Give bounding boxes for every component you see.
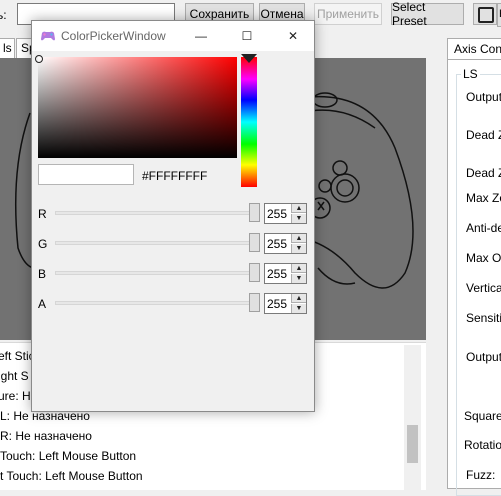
list-item[interactable]: ight S (0, 369, 29, 383)
scrollbar-thumb[interactable] (407, 425, 418, 463)
a-up-button[interactable]: ▲ (291, 294, 306, 303)
color-picker-window: ColorPickerWindow — ☐ ✕ #FFFFFFFF R 255 … (31, 20, 315, 412)
list-item[interactable]: R: Не назначено (0, 429, 92, 443)
chevron-up-icon: ▲ (295, 265, 303, 272)
color-preview (38, 164, 134, 185)
r-slider-thumb[interactable] (249, 203, 260, 222)
g-up-button[interactable]: ▲ (291, 234, 306, 243)
r-up-button[interactable]: ▲ (291, 204, 306, 213)
chevron-down-icon: ▼ (295, 245, 303, 252)
minimize-button[interactable]: — (178, 21, 224, 51)
max-zone-label: Max Zo (466, 191, 501, 205)
chevron-up-icon: ▲ (295, 235, 303, 242)
select-preset-button[interactable]: Select Preset (391, 0, 464, 28)
b-slider[interactable] (55, 271, 260, 275)
r-label: R (38, 207, 47, 221)
a-slider-thumb[interactable] (249, 293, 260, 312)
r-down-button[interactable]: ▼ (291, 214, 306, 223)
hex-value: #FFFFFFFF (142, 169, 208, 183)
window-title: ColorPickerWindow (61, 29, 166, 43)
close-icon: ✕ (287, 29, 299, 43)
fullscreen-button[interactable] (473, 3, 497, 25)
a-slider[interactable] (55, 301, 260, 305)
b-label: B (38, 267, 47, 281)
g-slider[interactable] (55, 241, 260, 245)
r-slider[interactable] (55, 211, 260, 215)
chevron-up-icon: ▲ (295, 295, 303, 302)
apply-button[interactable]: Применить (314, 3, 382, 25)
list-item[interactable]: eft Stic (0, 349, 35, 363)
title-bar[interactable]: ColorPickerWindow — ☐ ✕ (32, 21, 314, 51)
dead-zone-type-label: Dead Z (466, 166, 501, 180)
hue-slider[interactable] (241, 57, 257, 187)
square-stick-label: Square (464, 409, 501, 423)
a-down-button[interactable]: ▼ (291, 304, 306, 313)
list-item[interactable]: t Touch: Left Mouse Button (0, 469, 143, 483)
g-down-button[interactable]: ▼ (291, 244, 306, 253)
saturation-value-picker[interactable] (38, 57, 237, 158)
ls-group-title: LS (461, 67, 480, 81)
chevron-up-icon: ▲ (295, 205, 303, 212)
chevron-down-icon: ▼ (295, 275, 303, 282)
rotation-label: Rotatio (464, 438, 501, 452)
minimize-icon: — (195, 29, 207, 43)
list-item[interactable]: ure: H (0, 389, 31, 403)
toolbar-label: ь: (0, 8, 7, 22)
b-value[interactable]: 255 (267, 267, 287, 281)
max-output-label: Max O (466, 251, 501, 265)
a-value[interactable]: 255 (267, 297, 287, 311)
close-button[interactable]: ✕ (270, 21, 316, 51)
a-label: A (38, 297, 47, 311)
chevron-down-icon: ▼ (295, 305, 303, 312)
output-curve-label: Output (466, 350, 501, 364)
g-value[interactable]: 255 (267, 237, 287, 251)
b-up-button[interactable]: ▲ (291, 264, 306, 273)
a-stepper[interactable]: 255 ▲ ▼ (264, 293, 307, 314)
dead-zone-label: Dead Z (466, 128, 501, 142)
b-down-button[interactable]: ▼ (291, 274, 306, 283)
chevron-down-icon: ▼ (295, 215, 303, 222)
maximize-icon: ☐ (241, 29, 253, 43)
tab-controls[interactable]: ls (0, 38, 15, 58)
tab-axis-config[interactable]: Axis Cont (447, 38, 501, 60)
b-slider-thumb[interactable] (249, 263, 260, 282)
bindings-scrollbar[interactable] (404, 345, 421, 490)
toolbar-cut-button[interactable]: К (497, 3, 501, 27)
sv-marker[interactable] (35, 55, 43, 63)
g-label: G (38, 237, 48, 251)
g-stepper[interactable]: 255 ▲ ▼ (264, 233, 307, 254)
output-label: Output (466, 90, 501, 104)
list-item[interactable]: Touch: Left Mouse Button (0, 449, 136, 463)
hue-marker[interactable] (241, 54, 257, 63)
r-value[interactable]: 255 (267, 207, 287, 221)
fuzz-label: Fuzz: (466, 468, 496, 482)
b-stepper[interactable]: 255 ▲ ▼ (264, 263, 307, 284)
frame-icon (478, 7, 494, 23)
vertical-scale-label: Vertica (466, 281, 501, 295)
r-stepper[interactable]: 255 ▲ ▼ (264, 203, 307, 224)
gamepad-icon (41, 31, 55, 41)
maximize-button[interactable]: ☐ (224, 21, 270, 51)
sensitivity-label: Sensiti (466, 311, 501, 325)
anti-deadzone-label: Anti-de (466, 221, 501, 235)
g-slider-thumb[interactable] (249, 233, 260, 252)
